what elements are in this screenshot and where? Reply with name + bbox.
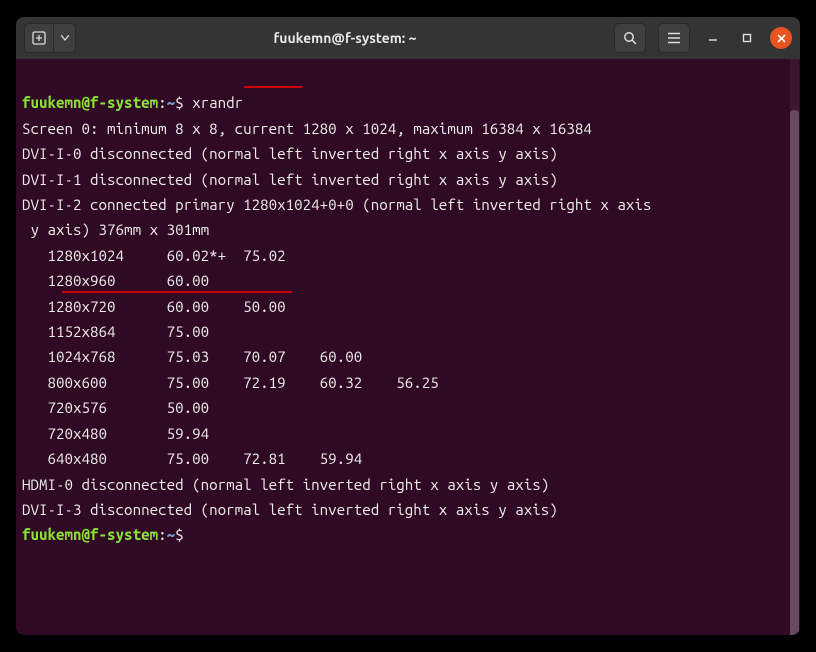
minimize-button[interactable]: [702, 27, 724, 49]
output-dvi1-line: DVI-I-1 disconnected (normal left invert…: [22, 171, 558, 188]
prompt-marker: $: [175, 94, 184, 111]
output-mode-line: 1024x768 75.03 70.07 60.00: [22, 348, 362, 365]
prompt-separator: :: [158, 94, 167, 111]
prompt-userhost: fuukemn@f-system: [22, 94, 158, 111]
output-mode-line: 1280x960 60.00: [22, 272, 209, 289]
tab-dropdown-button[interactable]: [54, 23, 76, 53]
output-mode-line: 1152x864 75.00: [22, 323, 209, 340]
search-button[interactable]: [614, 23, 646, 53]
titlebar-right-controls: [614, 23, 792, 53]
annotation-underline-command: [244, 86, 302, 88]
new-tab-button[interactable]: [24, 23, 54, 53]
window-title: fuukemn@f-system: ~: [82, 30, 608, 46]
output-hdmi0-line: HDMI-0 disconnected (normal left inverte…: [22, 476, 549, 493]
hamburger-menu-button[interactable]: [658, 23, 690, 53]
output-mode-line: 1280x1024 60.02*+ 75.02: [22, 247, 286, 264]
titlebar-left-controls: [24, 23, 76, 53]
output-mode-line: 720x576 50.00: [22, 399, 209, 416]
output-dvi3-line: DVI-I-3 disconnected (normal left invert…: [22, 501, 558, 518]
prompt-separator: :: [158, 526, 167, 543]
output-dvi2-line-a: DVI-I-2 connected primary 1280x1024+0+0 …: [22, 196, 651, 213]
close-button[interactable]: [770, 27, 792, 49]
prompt-marker: $: [175, 526, 184, 543]
scrollbar[interactable]: [790, 59, 799, 635]
scrollbar-thumb[interactable]: [790, 110, 799, 635]
maximize-button[interactable]: [736, 27, 758, 49]
prompt-path: ~: [167, 526, 176, 543]
prompt-path: ~: [167, 94, 176, 111]
output-mode-line: 720x480 59.94: [22, 425, 209, 442]
output-mode-line: 1280x720 60.00 50.00: [22, 298, 286, 315]
output-dvi2-line-b: y axis) 376mm x 301mm: [22, 221, 209, 238]
output-screen-line: Screen 0: minimum 8 x 8, current 1280 x …: [22, 120, 592, 137]
entered-command: xrandr: [192, 94, 243, 111]
output-mode-line: 800x600 75.00 72.19 60.32 56.25: [22, 374, 439, 391]
output-mode-line: 640x480 75.00 72.81 59.94: [22, 450, 362, 467]
prompt-userhost: fuukemn@f-system: [22, 526, 158, 543]
output-dvi0-line: DVI-I-0 disconnected (normal left invert…: [22, 145, 558, 162]
titlebar: fuukemn@f-system: ~: [16, 17, 800, 59]
terminal-window: fuukemn@f-system: ~ fuukemn@f-system:~$ …: [16, 17, 800, 635]
terminal-output-area[interactable]: fuukemn@f-system:~$ xrandr Screen 0: min…: [16, 59, 800, 635]
annotation-underline-current-mode: [62, 291, 292, 293]
